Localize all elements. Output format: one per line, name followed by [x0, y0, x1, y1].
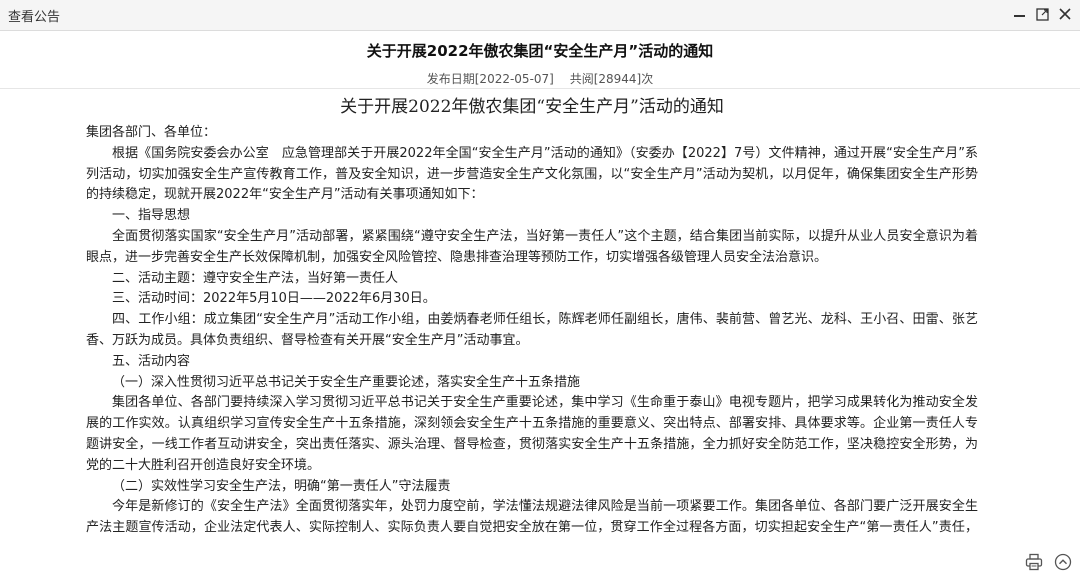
- notice-title: 关于开展2022年傲农集团“安全生产月”活动的通知: [366, 42, 714, 60]
- article-paragraph: 集团各单位、各部门要持续深入学习贯彻习近平总书记关于安全生产重要论述，集中学习《…: [86, 395, 978, 473]
- section-heading: 三、活动时间：2022年5月10日——2022年6月30日。: [112, 291, 436, 307]
- section-heading: 五、活动内容: [112, 353, 191, 369]
- print-button[interactable]: [1025, 553, 1043, 571]
- article-content[interactable]: 关于开展2022年傲农集团“安全生产月”活动的通知 集团各部门、各单位： 根据《…: [86, 95, 978, 537]
- minimize-button[interactable]: [1008, 3, 1030, 25]
- article-paragraph: 四、工作小组：成立集团“安全生产月”活动工作小组，由姜炳春老师任组长，陈辉老师任…: [86, 312, 978, 348]
- article-paragraph: 全面贯彻落实国家“安全生产月”活动部署，紧紧围绕“遵守安全生产法，当好第一责任人…: [86, 228, 978, 265]
- print-icon: [1025, 553, 1043, 571]
- article-paragraph: 今年是新修订的《安全生产法》全面贯彻落实年，处罚力度空前，学法懂法规避法律风险是…: [86, 499, 978, 536]
- close-button[interactable]: [1054, 3, 1076, 25]
- article-paragraph: 根据《国务院安委会办公室 应急管理部关于开展2022年全国“安全生产月”活动的通…: [86, 145, 978, 203]
- minimize-icon: [1013, 15, 1025, 17]
- close-icon: [1059, 8, 1071, 20]
- scroll-top-icon: [1054, 553, 1072, 571]
- section-heading: 二、活动主题：遵守安全生产法，当好第一责任人: [112, 270, 399, 286]
- subsection-heading: （二）实效性学习安全生产法，明确“第一责任人”守法履责: [112, 478, 451, 494]
- notice-meta: 发布日期[2022-05-07] 共阅[28944]次: [0, 70, 1080, 87]
- subsection-heading: （一）深入性贯彻习近平总书记关于安全生产重要论述，落实安全生产十五条措施: [112, 374, 581, 390]
- article-title: 关于开展2022年傲农集团“安全生产月”活动的通知: [340, 97, 724, 117]
- maximize-button[interactable]: [1031, 3, 1053, 25]
- section-heading: 一、指导思想: [112, 208, 191, 224]
- scroll-top-button[interactable]: [1054, 553, 1072, 571]
- article-salutation: 集团各部门、各单位：: [86, 125, 217, 140]
- maximize-icon: [1035, 8, 1049, 21]
- window-titlebar: 查看公告: [0, 0, 1080, 31]
- publish-date: 发布日期[2022-05-07]: [426, 72, 554, 86]
- notice-header: 关于开展2022年傲农集团“安全生产月”活动的通知 发布日期[2022-05-0…: [0, 30, 1080, 89]
- view-count: 共阅[28944]次: [569, 72, 654, 86]
- window-title: 查看公告: [8, 10, 61, 25]
